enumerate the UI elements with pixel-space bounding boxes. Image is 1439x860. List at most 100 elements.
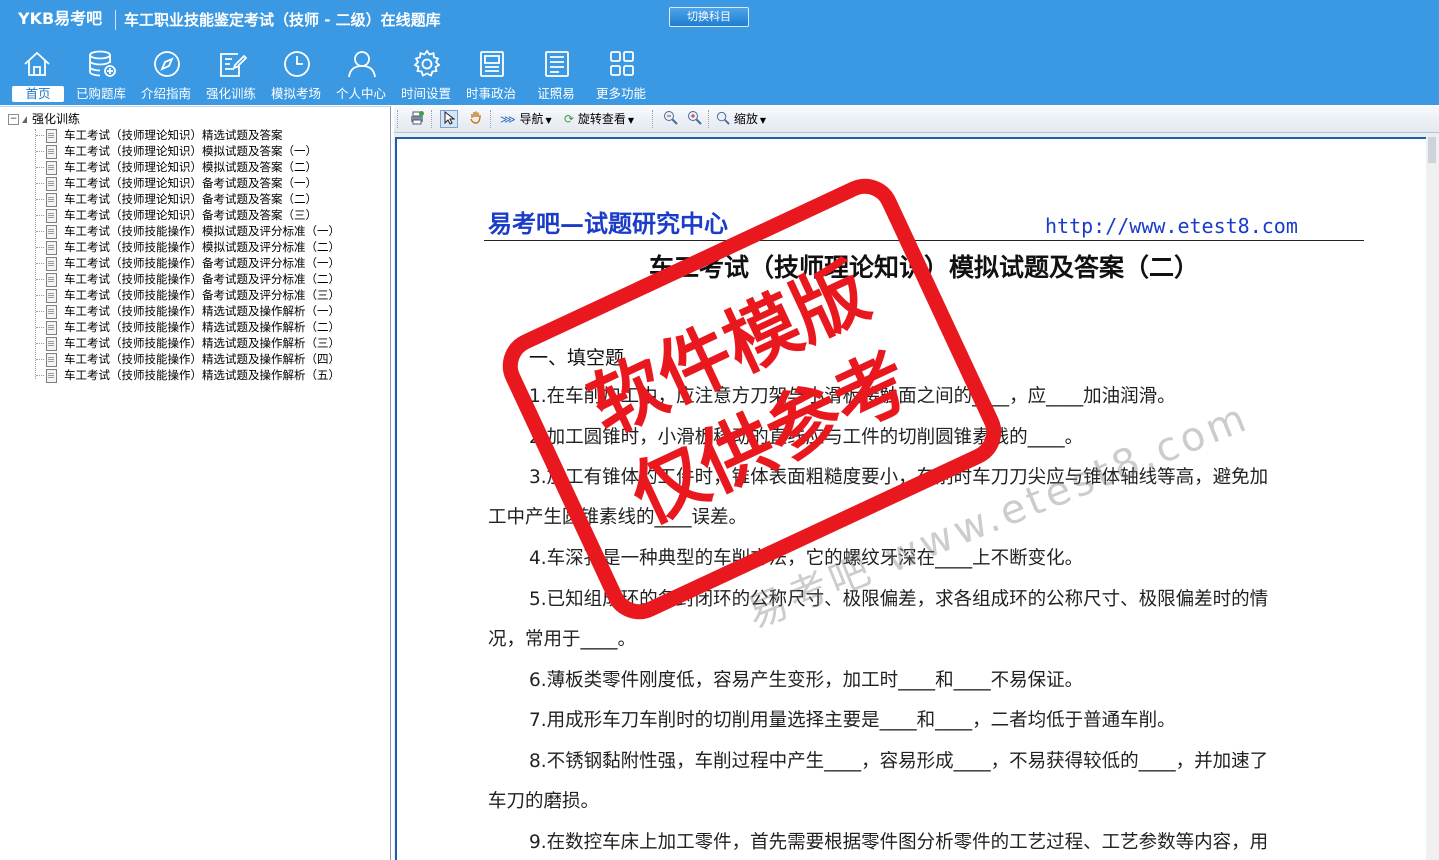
viewer-toolbar: ⋙ 导航 ▼ ⟳ 旋转查看 ▼ 缩放 ▼ (394, 106, 1439, 133)
mock-exam-button[interactable]: 模拟考场 (264, 44, 328, 104)
certificate-button[interactable]: 证照易 (524, 44, 588, 104)
toolbar-separator (708, 110, 709, 128)
zoom-out-icon[interactable] (661, 110, 679, 128)
tree-item-label: 车工考试（技师技能操作）精选试题及操作解析（五） (64, 368, 340, 382)
tree-connector (36, 247, 44, 248)
document-icon (46, 320, 57, 335)
switch-subject-button[interactable]: 切换科目 (669, 7, 749, 27)
tree-item[interactable]: 车工考试（技师技能操作）精选试题及操作解析（二） (36, 319, 340, 335)
guide-button[interactable]: 介绍指南 (134, 44, 198, 104)
title-bar: YKB易考吧 车工职业技能鉴定考试（技师 - 二级）在线题库 切换科目 (0, 0, 1439, 36)
guide-label: 介绍指南 (140, 86, 191, 101)
tree-connector (36, 199, 44, 200)
document-icon (46, 192, 57, 207)
zoom-menu[interactable]: 缩放 ▼ (716, 110, 766, 128)
tree-item[interactable]: 车工考试（技师技能操作）精选试题及操作解析（一） (36, 303, 340, 319)
chevron-down-icon: ▼ (545, 116, 552, 125)
tree-item[interactable]: 车工考试（技师技能操作）精选试题及操作解析（四） (36, 351, 340, 367)
tree-item[interactable]: 车工考试（技师理论知识）精选试题及答案 (36, 127, 283, 143)
tree-item[interactable]: 车工考试（技师理论知识）备考试题及答案（二） (36, 191, 317, 207)
vertical-scrollbar[interactable] (1426, 137, 1439, 860)
tree-connector (36, 359, 44, 360)
user-icon (348, 51, 376, 78)
news-icon (480, 51, 504, 77)
question-line: 6.薄板类零件刚度低，容易产生变形，加工时____和____不易保证。 (529, 670, 1084, 691)
document-page[interactable]: 易考吧—试题研究中心 http://www.etest8.com 车工考试（技师… (395, 137, 1426, 860)
purchased-bank-button[interactable]: 已购题库 (69, 44, 133, 104)
tree-item-label: 车工考试（技师技能操作）精选试题及操作解析（四） (64, 352, 340, 366)
tree-root-training[interactable]: − 强化训练 (8, 111, 80, 127)
tree-connector (36, 151, 44, 152)
tree-item-label: 车工考试（技师理论知识）模拟试题及答案（二） (64, 160, 317, 174)
personal-center-button[interactable]: 个人中心 (329, 44, 393, 104)
time-settings-button[interactable]: 时间设置 (394, 44, 458, 104)
document-icon (46, 208, 57, 223)
toolbar-separator (652, 110, 653, 128)
document-icon (46, 336, 57, 351)
tree-item-label: 车工考试（技师技能操作）精选试题及操作解析（二） (64, 320, 340, 334)
tree-item[interactable]: 车工考试（技师技能操作）模拟试题及评分标准（一） (36, 223, 340, 239)
rotate-label: 旋转查看 (577, 112, 626, 126)
more-features-button[interactable]: 更多功能 (589, 44, 653, 104)
document-icon (46, 368, 57, 383)
tree-item-label: 车工考试（技师技能操作）备考试题及评分标准（一） (64, 256, 340, 270)
tree-connector (36, 231, 44, 232)
tree-item[interactable]: 车工考试（技师技能操作）备考试题及评分标准（三） (36, 287, 340, 303)
app-logo: YKB易考吧 (18, 9, 103, 28)
tree-connector (36, 311, 44, 312)
document-icon (46, 256, 57, 271)
hand-tool-icon[interactable] (467, 110, 485, 128)
collapse-icon[interactable]: − (8, 114, 19, 125)
tree-item[interactable]: 车工考试（技师技能操作）备考试题及评分标准（一） (36, 255, 340, 271)
exam-tree-panel: − 强化训练 车工考试（技师理论知识）精选试题及答案 车工考试（技师理论知识）模拟试… (0, 106, 391, 860)
tree-connector (36, 135, 44, 136)
certificate-label: 证照易 (537, 86, 575, 101)
document-icon (46, 160, 57, 175)
training-button[interactable]: 强化训练 (199, 44, 263, 104)
home-label: 首页 (12, 86, 64, 102)
toolbar-separator (397, 110, 398, 128)
tree-item-label: 车工考试（技师理论知识）精选试题及答案 (64, 128, 283, 142)
document-icon (46, 224, 57, 239)
document-icon (46, 272, 57, 287)
compass-icon (154, 51, 180, 77)
navigate-icon: ⋙ (500, 113, 516, 126)
tree-item-label: 车工考试（技师技能操作）备考试题及评分标准（二） (64, 272, 340, 286)
purchased-bank-label: 已购题库 (75, 86, 126, 101)
tree-item[interactable]: 车工考试（技师理论知识）备考试题及答案（一） (36, 175, 317, 191)
clock-icon (284, 51, 310, 77)
question-line: 7.用成形车刀车削时的切削用量选择主要是____和____，二者均低于普通车削。 (529, 710, 1176, 731)
tree-item-label: 车工考试（技师技能操作）模拟试题及评分标准（二） (64, 240, 340, 254)
print-icon[interactable] (408, 110, 426, 128)
tree-item[interactable]: 车工考试（技师理论知识）备考试题及答案（三） (36, 207, 317, 223)
rotate-menu[interactable]: ⟳ 旋转查看 ▼ (564, 110, 634, 128)
mock-exam-label: 模拟考场 (270, 86, 321, 101)
tree-item[interactable]: 车工考试（技师技能操作）精选试题及操作解析（五） (36, 367, 340, 383)
tree-item[interactable]: 车工考试（技师理论知识）模拟试题及答案（一） (36, 143, 317, 159)
navigate-menu[interactable]: ⋙ 导航 ▼ (500, 110, 552, 128)
tree-connector (36, 215, 44, 216)
tree-item[interactable]: 车工考试（技师理论知识）模拟试题及答案（二） (36, 159, 317, 175)
tree-connector (36, 167, 44, 168)
tree-item[interactable]: 车工考试（技师技能操作）精选试题及操作解析（三） (36, 335, 340, 351)
doc-header-rule (484, 240, 1364, 241)
current-affairs-label: 时事政治 (465, 86, 516, 101)
rotate-icon: ⟳ (564, 112, 575, 126)
select-pointer-icon[interactable] (440, 110, 458, 128)
tree-item-label: 车工考试（技师理论知识）备考试题及答案（二） (64, 192, 317, 206)
database-icon (89, 50, 116, 77)
tree-item[interactable]: 车工考试（技师技能操作）模拟试题及评分标准（二） (36, 239, 340, 255)
home-button[interactable]: 首页 (4, 44, 68, 104)
zoom-in-icon[interactable] (685, 110, 703, 128)
current-affairs-button[interactable]: 时事政治 (459, 44, 523, 104)
tree-connector (36, 375, 44, 376)
app-header: YKB易考吧 车工职业技能鉴定考试（技师 - 二级）在线题库 切换科目 首页 已… (0, 0, 1439, 105)
tree-connector (36, 263, 44, 264)
tree-item[interactable]: 车工考试（技师技能操作）备考试题及评分标准（二） (36, 271, 340, 287)
tree-item-label: 车工考试（技师技能操作）备考试题及评分标准（三） (64, 288, 340, 302)
toolbar-separator (431, 110, 432, 128)
tree-connector (36, 295, 44, 296)
scrollbar-thumb[interactable] (1428, 137, 1436, 163)
tree-item-label: 车工考试（技师理论知识）备考试题及答案（一） (64, 176, 317, 190)
document-icon (46, 176, 57, 191)
